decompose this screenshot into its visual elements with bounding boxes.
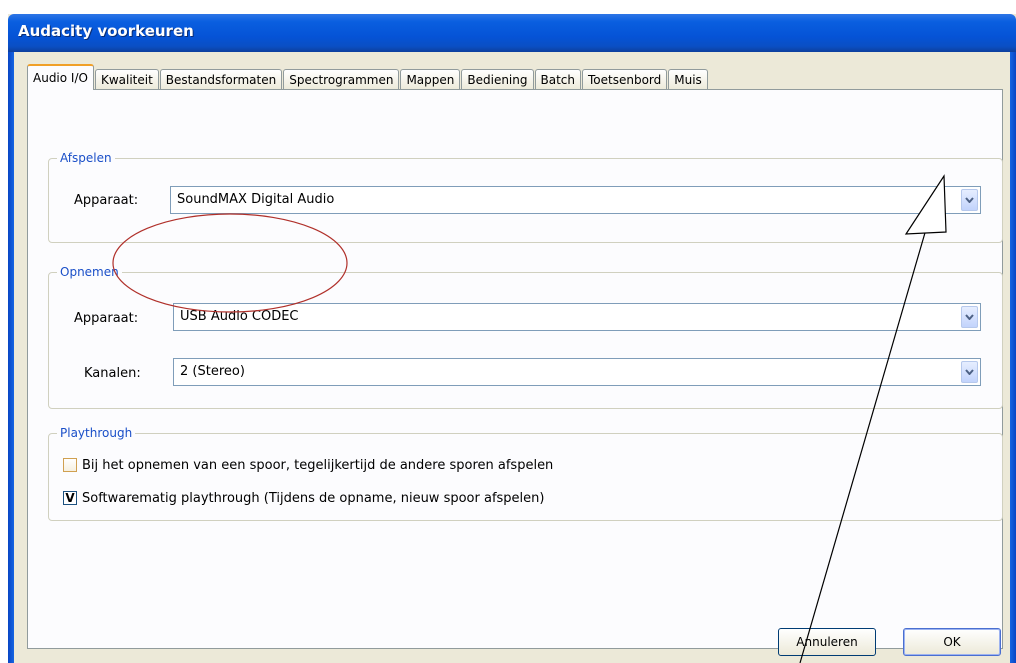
recording-group: Opnemen Apparaat: USB Audio CODEC Kanale… [48,264,1003,409]
unchecked-checkbox[interactable] [63,458,77,472]
playthrough-group-label: Playthrough [57,425,136,441]
window-title: Audacity voorkeuren [18,22,194,40]
cancel-button[interactable]: Annuleren [778,628,876,656]
recording-device-value: USB Audio CODEC [180,309,299,324]
tab-batch[interactable]: Batch [534,69,581,90]
tab-bar: Audio I/O Kwaliteit Bestandsformaten Spe… [27,64,709,90]
tab-audio-io[interactable]: Audio I/O [27,64,94,90]
playback-device-label: Apparaat: [74,193,139,208]
recording-device-label: Apparaat: [74,311,139,326]
tab-spectrogrammen[interactable]: Spectrogrammen [283,69,400,90]
playthrough-option-1-label: Bij het opnemen van een spoor, tegelijke… [82,457,554,473]
tab-muis[interactable]: Muis [668,69,708,90]
playthrough-option-1[interactable]: Bij het opnemen van een spoor, tegelijke… [63,456,553,474]
channels-select[interactable]: 2 (Stereo) [173,358,981,386]
recording-device-select[interactable]: USB Audio CODEC [173,303,981,331]
window-frame-right [1010,52,1016,663]
preferences-window: Audacity voorkeuren Audio I/O Kwaliteit … [8,14,1016,663]
playthrough-group: Playthrough Bij het opnemen van een spoo… [48,425,1003,521]
tab-toetsenbord[interactable]: Toetsenbord [582,69,668,90]
ok-button[interactable]: OK [903,628,1001,656]
chevron-down-icon[interactable] [961,361,978,383]
tab-bestandsformaten[interactable]: Bestandsformaten [159,69,283,90]
playback-device-select[interactable]: SoundMAX Digital Audio [170,186,981,214]
tab-bediening[interactable]: Bediening [461,69,534,90]
recording-group-label: Opnemen [57,264,122,280]
playback-group: Afspelen Apparaat: SoundMAX Digital Audi… [48,150,1003,243]
channels-label: Kanalen: [84,366,141,381]
playback-group-label: Afspelen [57,150,115,166]
tab-kwaliteit[interactable]: Kwaliteit [94,69,159,90]
title-bar[interactable]: Audacity voorkeuren [8,14,1016,52]
chevron-down-icon[interactable] [961,306,978,328]
checked-checkbox[interactable]: V [63,491,77,505]
playthrough-option-2-label: Softwarematig playthrough (Tijdens de op… [82,490,545,506]
channels-value: 2 (Stereo) [180,364,245,379]
tab-mappen[interactable]: Mappen [400,69,461,90]
playback-device-value: SoundMAX Digital Audio [177,192,335,207]
chevron-down-icon[interactable] [961,189,978,211]
dialog-client-area: Audio I/O Kwaliteit Bestandsformaten Spe… [14,52,1010,663]
audio-io-panel: Afspelen Apparaat: SoundMAX Digital Audi… [27,89,1003,649]
playthrough-option-2[interactable]: V Softwarematig playthrough (Tijdens de … [63,489,544,507]
